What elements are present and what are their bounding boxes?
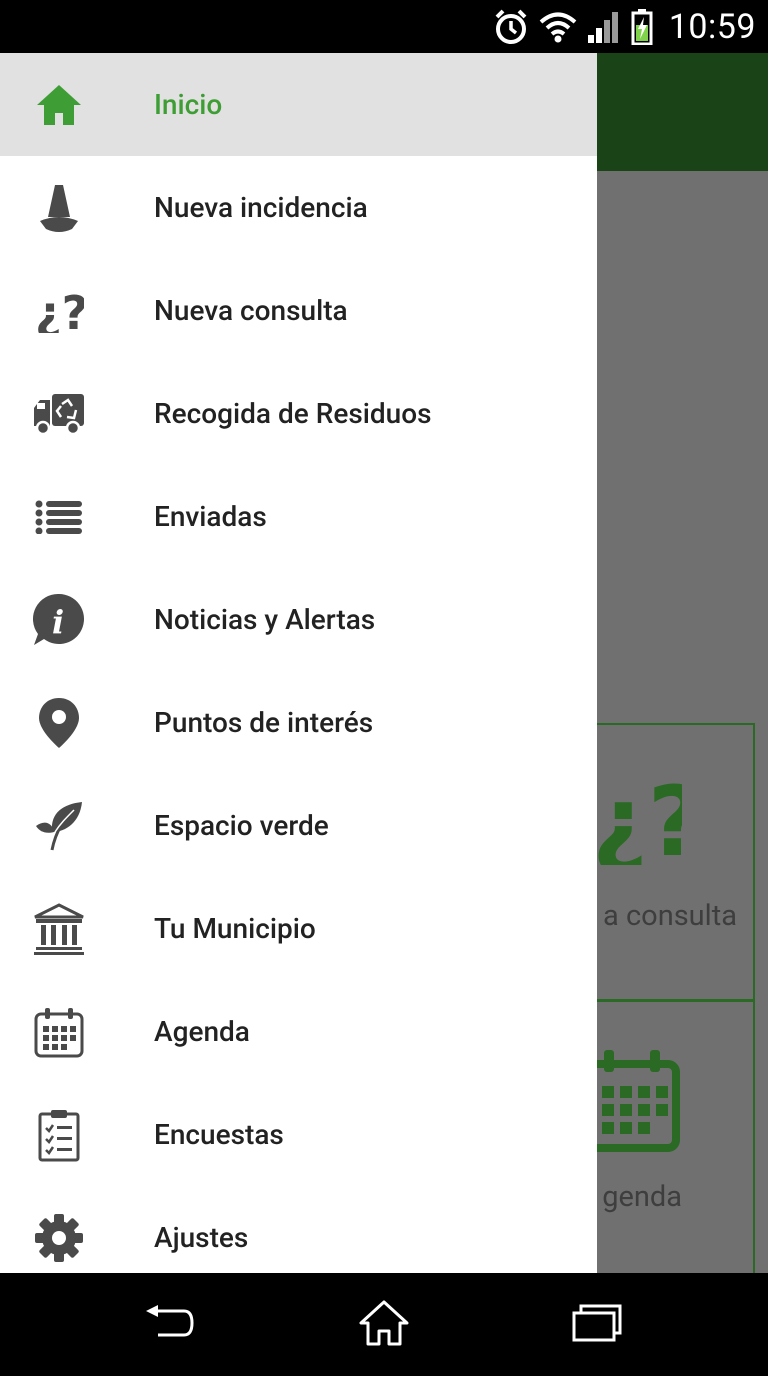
nav-item-label: Agenda — [154, 1015, 250, 1048]
nav-item-ajustes[interactable]: Ajustes — [0, 1186, 597, 1273]
nav-item-nueva-consulta[interactable]: ¿? Nueva consulta — [0, 259, 597, 362]
cone-icon — [31, 180, 87, 236]
home-icon — [31, 77, 87, 133]
nav-item-label: Encuestas — [154, 1118, 284, 1151]
nav-item-label: Nueva incidencia — [154, 191, 368, 224]
nav-item-nueva-incidencia[interactable]: Nueva incidencia — [0, 156, 597, 259]
nav-item-label: Recogida de Residuos — [154, 397, 432, 430]
svg-text:¿?: ¿? — [592, 777, 682, 865]
question-icon: ¿? — [31, 283, 87, 339]
system-nav-bar — [0, 1273, 768, 1376]
question-icon: ¿? — [592, 766, 703, 878]
nav-item-label: Nueva consulta — [154, 294, 348, 327]
nav-item-espacio-verde[interactable]: Espacio verde — [0, 774, 597, 877]
nav-item-recogida-residuos[interactable]: Recogida de Residuos — [0, 362, 597, 465]
map-pin-icon — [31, 695, 87, 751]
info-icon: i — [31, 592, 87, 648]
nav-item-label: Enviadas — [154, 500, 267, 533]
wifi-icon — [539, 11, 577, 43]
status-icons: 10:59 — [493, 0, 756, 53]
signal-icon — [587, 11, 621, 43]
battery-charging-icon — [631, 8, 653, 45]
nav-item-label: Ajustes — [154, 1221, 249, 1254]
gear-icon — [31, 1210, 87, 1266]
nav-item-label: Inicio — [154, 88, 223, 121]
status-bar: 10:59 — [0, 0, 768, 53]
nav-item-label: Noticias y Alertas — [154, 603, 376, 636]
home-button[interactable] — [324, 1273, 444, 1376]
alarm-icon — [493, 8, 529, 46]
nav-item-label: Espacio verde — [154, 809, 329, 842]
nav-item-noticias-alertas[interactable]: i Noticias y Alertas — [0, 568, 597, 671]
svg-text:¿?: ¿? — [35, 289, 84, 333]
nav-item-tu-municipio[interactable]: Tu Municipio — [0, 877, 597, 980]
calendar-icon — [31, 1004, 87, 1060]
calendar-icon — [582, 1044, 682, 1158]
nav-item-enviadas[interactable]: Enviadas — [0, 465, 597, 568]
recycling-truck-icon — [31, 386, 87, 442]
home-icon — [358, 1299, 410, 1351]
nav-item-label: Tu Municipio — [154, 912, 316, 945]
recents-icon — [572, 1303, 622, 1347]
leaf-icon — [31, 798, 87, 854]
municipality-icon — [31, 901, 87, 957]
recents-button[interactable] — [537, 1273, 657, 1376]
nav-item-inicio[interactable]: Inicio — [0, 53, 597, 156]
nav-item-agenda[interactable]: Agenda — [0, 980, 597, 1083]
back-button[interactable] — [110, 1273, 230, 1376]
status-time: 10:59 — [668, 6, 756, 47]
list-icon — [31, 489, 87, 545]
survey-icon — [31, 1107, 87, 1163]
back-icon — [144, 1303, 196, 1347]
navigation-drawer: Inicio Nueva incidencia ¿? Nueva consult… — [0, 53, 597, 1273]
nav-item-puntos-interes[interactable]: Puntos de interés — [0, 671, 597, 774]
svg-text:i: i — [52, 603, 64, 641]
nav-item-encuestas[interactable]: Encuestas — [0, 1083, 597, 1186]
nav-item-label: Puntos de interés — [154, 706, 374, 739]
